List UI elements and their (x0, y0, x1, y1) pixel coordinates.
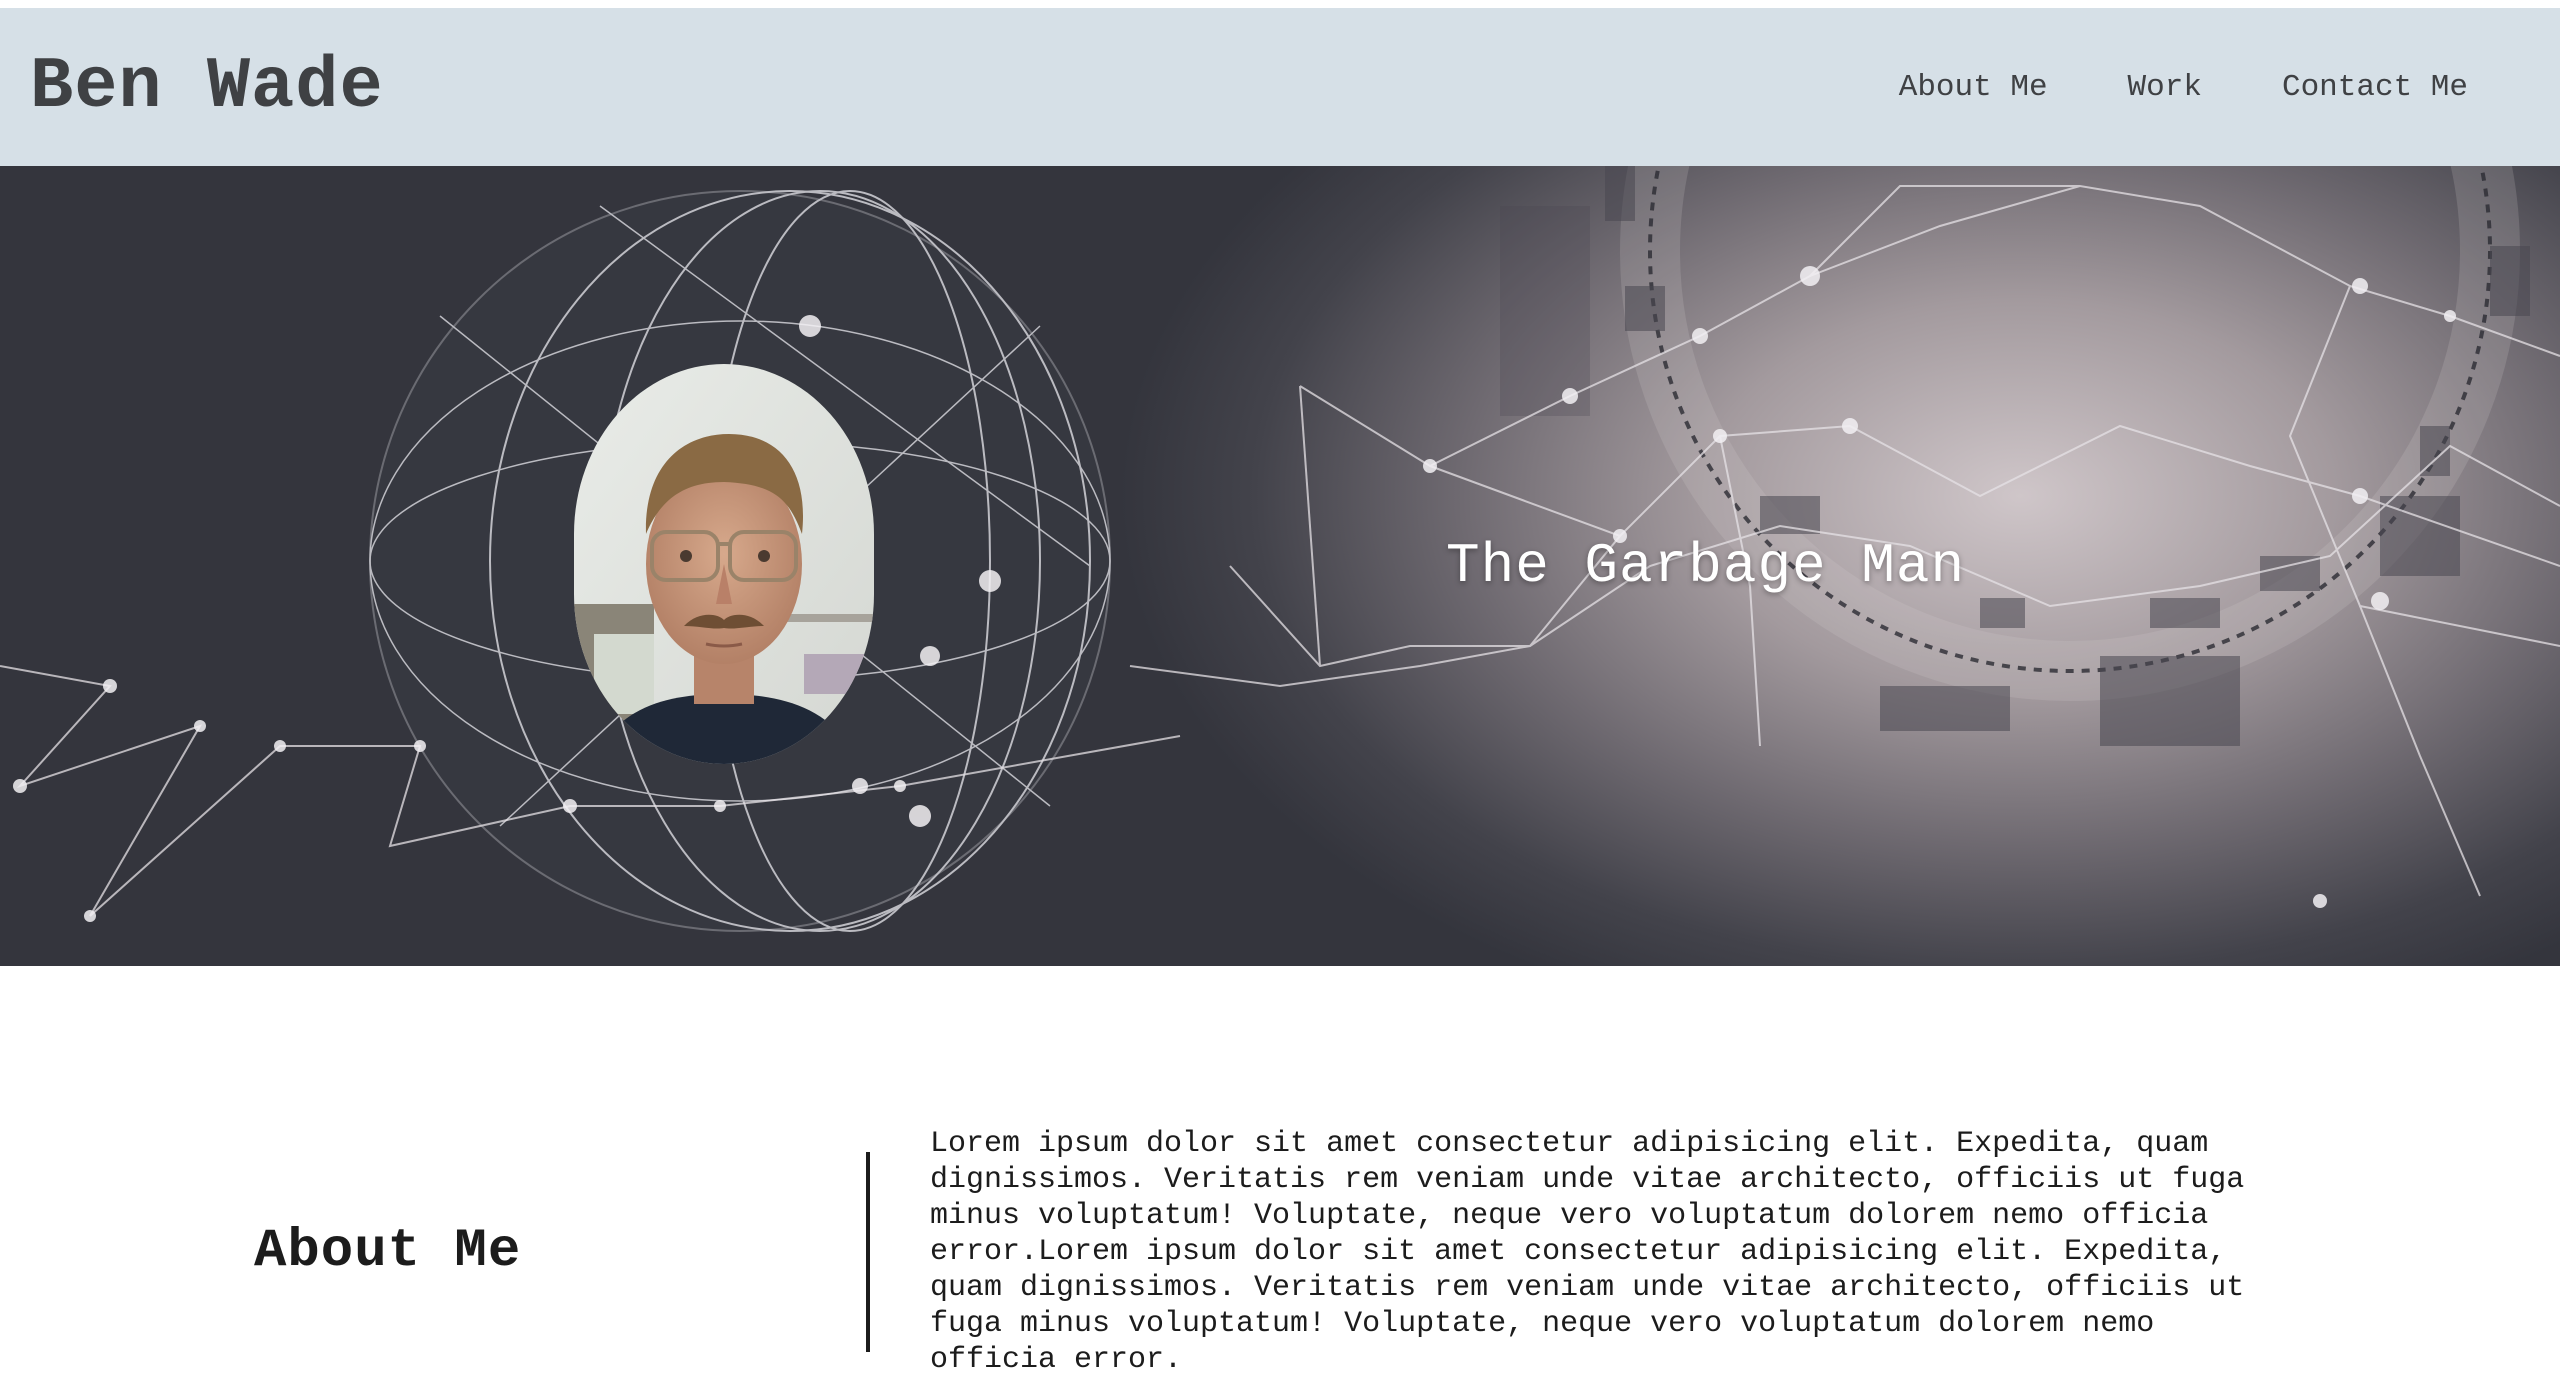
brand-name[interactable]: Ben Wade (30, 46, 384, 128)
hero-network-graphic (0, 166, 2560, 932)
nav-work-link[interactable]: Work (2128, 70, 2202, 105)
about-section: About Me Lorem ipsum dolor sit amet cons… (0, 966, 2560, 1388)
hero-banner: The Garbage Man (0, 166, 2560, 966)
about-heading: About Me (254, 1221, 522, 1282)
profile-avatar (574, 364, 874, 764)
main-nav: About Me Work Contact Me (1899, 70, 2468, 105)
site-header: Ben Wade About Me Work Contact Me (0, 8, 2560, 166)
hero-tagline: The Garbage Man (1446, 534, 1966, 598)
profile-photo (574, 364, 874, 764)
top-strip (0, 0, 2560, 8)
nav-about-me-link[interactable]: About Me (1899, 70, 2048, 105)
about-body-text: Lorem ipsum dolor sit amet consectetur a… (930, 1127, 2245, 1377)
about-divider (866, 1152, 870, 1352)
nav-contact-me-link[interactable]: Contact Me (2282, 70, 2468, 105)
